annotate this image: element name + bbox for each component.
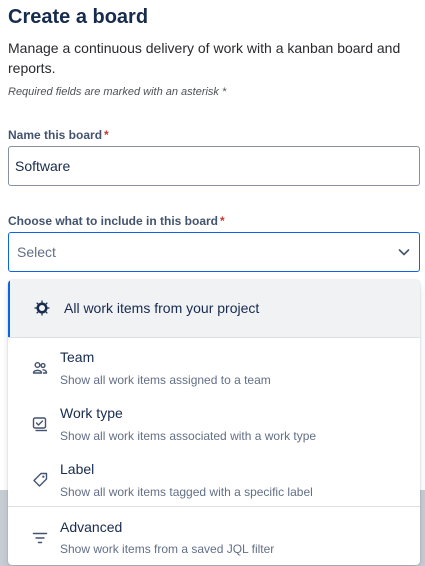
include-select-placeholder: Select	[17, 244, 56, 260]
option-label: Label	[60, 461, 95, 477]
required-fields-note: Required fields are marked with an aster…	[8, 86, 227, 98]
option-work-type[interactable]: Work type Show all work items associated…	[8, 394, 420, 450]
board-name-label-text: Name this board	[8, 128, 103, 142]
option-description: Show all work items tagged with a specif…	[60, 485, 313, 499]
filter-icon	[32, 532, 48, 544]
board-name-label: Name this board *	[8, 128, 109, 142]
option-label: Advanced	[60, 519, 123, 535]
page-description: Manage a continuous delivery of work wit…	[8, 40, 401, 76]
include-label-text: Choose what to include in this board	[8, 214, 219, 228]
required-asterisk: *	[220, 214, 225, 228]
board-name-input[interactable]: Software	[8, 146, 420, 186]
project-icon	[34, 300, 50, 316]
include-label: Choose what to include in this board *	[8, 214, 225, 228]
option-label: All work items from your project	[64, 300, 260, 316]
include-options-menu: All work items from your project Team Sh…	[8, 280, 420, 565]
option-advanced[interactable]: Advanced Show work items from a saved JQ…	[8, 507, 420, 565]
option-description: Show all work items assigned to a team	[60, 373, 271, 387]
page-title: Create a board	[8, 6, 149, 28]
option-label: Team	[60, 349, 95, 365]
work-type-icon	[32, 417, 47, 432]
team-icon	[32, 362, 48, 374]
chevron-down-icon	[398, 249, 410, 256]
board-name-value: Software	[15, 158, 71, 174]
include-select[interactable]: Select	[8, 232, 420, 272]
tag-icon	[33, 472, 48, 487]
option-all-work-items[interactable]: All work items from your project	[8, 280, 420, 337]
option-team[interactable]: Team Show all work items assigned to a t…	[8, 338, 420, 394]
option-label: Work type	[60, 405, 123, 421]
create-board-page: Create a board Manage a continuous deliv…	[0, 0, 425, 566]
option-description: Show all work items associated with a wo…	[60, 429, 317, 443]
required-asterisk: *	[104, 128, 109, 142]
option-description: Show work items from a saved JQL filter	[60, 542, 275, 556]
option-label-tag[interactable]: Label Show all work items tagged with a …	[8, 450, 420, 506]
